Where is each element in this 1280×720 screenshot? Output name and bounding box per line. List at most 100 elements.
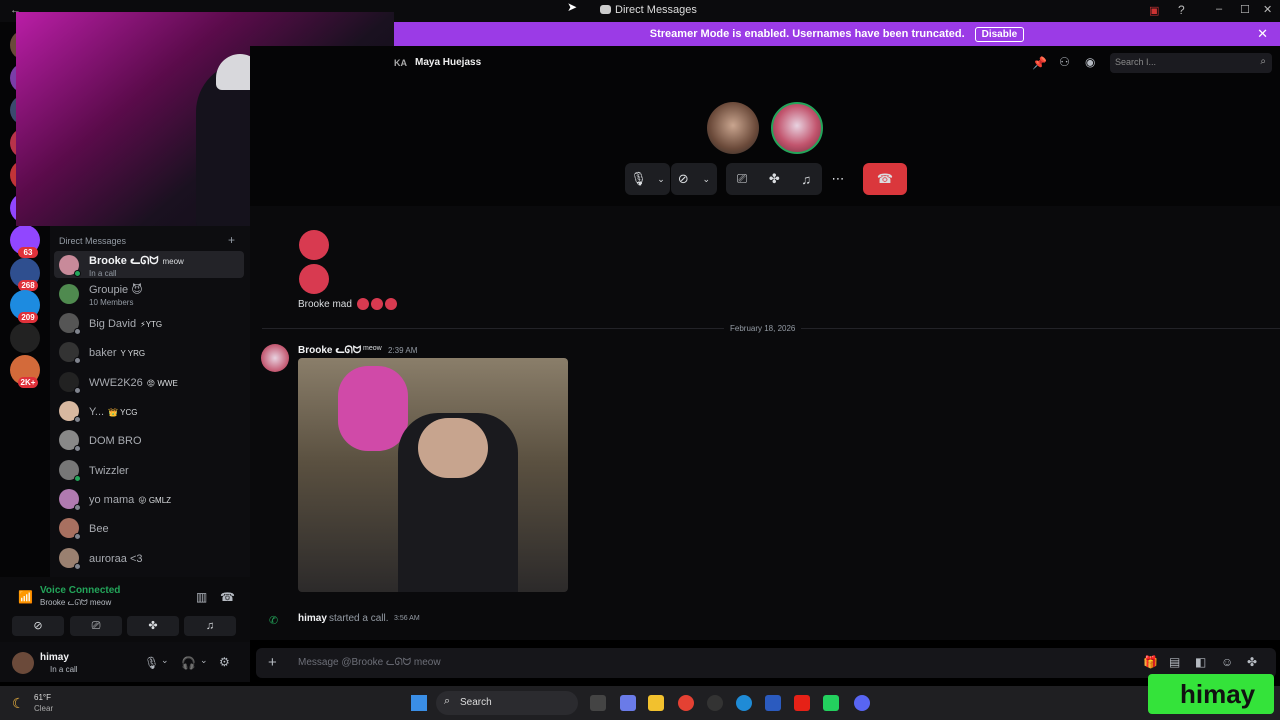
gif-icon[interactable]: ▤ xyxy=(1169,655,1180,669)
dm-item[interactable]: Bee xyxy=(54,515,244,542)
close-window-icon[interactable]: ✕ xyxy=(1263,3,1272,16)
add-friend-icon[interactable]: ⚇ xyxy=(1059,55,1070,69)
camera-button[interactable]: ⊘ ⌄ xyxy=(671,163,717,195)
dm-item[interactable]: yo mama 😛 GMLZ xyxy=(54,485,244,512)
weather-desc[interactable]: Clear xyxy=(34,704,53,713)
message-image[interactable] xyxy=(298,358,568,592)
windows-start-icon[interactable] xyxy=(411,695,427,711)
profile-icon[interactable]: ◉ xyxy=(1085,55,1095,69)
user-name[interactable]: himay xyxy=(40,652,69,663)
dm-name: Bee xyxy=(89,523,109,536)
chevron-down-icon[interactable]: ⌄ xyxy=(161,655,169,666)
message-author[interactable]: Brooke ᓚᘏᗢ xyxy=(298,345,361,356)
voice-status[interactable]: Voice Connected xyxy=(40,585,120,596)
noise-suppression-icon[interactable]: ▥ xyxy=(196,590,207,604)
message-input[interactable]: + Message @Brooke ᓚᘏᗢ meow 🎁 ▤ ◧ ☺ ✤ xyxy=(256,648,1276,678)
date-divider: February 18, 2026 xyxy=(724,324,802,333)
microphone-icon[interactable]: 🎙 xyxy=(144,656,159,670)
hang-up-button[interactable]: ☎ xyxy=(863,163,907,195)
dm-name: auroraa <3 xyxy=(89,552,143,565)
disconnect-icon[interactable]: ☎ xyxy=(220,590,235,604)
soundboard-icon[interactable]: ♫ xyxy=(801,172,811,187)
youtube-icon[interactable] xyxy=(794,695,810,711)
caller-avatar-brooke[interactable] xyxy=(771,102,823,154)
mute-button[interactable]: 🎙 ⌄ xyxy=(625,163,670,195)
status-indicator xyxy=(74,328,81,336)
close-banner-icon[interactable]: ✕ xyxy=(1257,26,1268,42)
dm-item[interactable]: Brooke ᓚᘏᗢ meow In a call xyxy=(54,251,244,278)
apps-icon[interactable]: ✤ xyxy=(1247,655,1257,669)
dm-item[interactable]: baker Y YRG xyxy=(54,339,244,366)
avatar[interactable] xyxy=(261,344,289,372)
copilot-icon[interactable] xyxy=(620,695,636,711)
taskbar: ☾ 61°F Clear ⌕ Search himay xyxy=(0,674,1280,720)
inbox-icon[interactable]: ▣ xyxy=(1149,4,1159,17)
dm-item[interactable]: Groupie 😈 10 Members xyxy=(54,280,244,307)
message-time: 2:39 AM xyxy=(388,346,418,355)
minimize-icon[interactable]: – xyxy=(1216,3,1222,15)
dm-item[interactable]: DOM BRO xyxy=(54,427,244,454)
disable-button[interactable]: Disable xyxy=(974,26,1025,42)
activities-icon: ✤ xyxy=(148,620,158,632)
dm-item[interactable]: Twizzler xyxy=(54,456,244,483)
caller-avatar-himay[interactable] xyxy=(707,102,759,154)
status-indicator xyxy=(74,386,81,394)
pin-icon[interactable]: 📌 xyxy=(1032,56,1047,70)
screen-share-icon[interactable]: ⎚ xyxy=(737,171,747,187)
maximize-icon[interactable]: ☐ xyxy=(1240,3,1250,16)
chevron-down-icon[interactable]: ⌄ xyxy=(703,174,711,185)
activities-icon[interactable]: ✤ xyxy=(769,171,780,187)
dm-item[interactable]: Y... 👑 YCG xyxy=(54,398,244,425)
taskbar-search[interactable]: ⌕ Search xyxy=(436,691,578,715)
search-icon: ⌕ xyxy=(444,695,451,707)
headphones-icon[interactable]: 🎧 xyxy=(181,656,196,670)
taskbar-search-label: Search xyxy=(460,697,492,708)
search-icon: ⌕ xyxy=(1260,56,1266,67)
dm-item[interactable]: WWE2K26 😡 WWE xyxy=(54,368,244,395)
app-icon[interactable] xyxy=(707,695,723,711)
banner-text: Streamer Mode is enabled. Usernames have… xyxy=(649,28,965,40)
edge-icon[interactable] xyxy=(736,695,752,711)
search-input[interactable]: Search I... ⌕ xyxy=(1110,53,1272,73)
gear-icon[interactable]: ⚙ xyxy=(219,655,230,669)
dm-name: Brooke ᓚᘏᗢ xyxy=(89,255,159,267)
dm-item[interactable]: auroraa <3 xyxy=(54,544,244,571)
streaming-app-icon[interactable] xyxy=(823,695,839,711)
avatar xyxy=(59,401,81,423)
weather-temp[interactable]: 61°F xyxy=(34,693,51,702)
chevron-down-icon[interactable]: ⌄ xyxy=(200,655,208,666)
dm-item[interactable]: Big David ⚡YTG xyxy=(54,310,244,337)
screen-share-button[interactable]: ⎚ xyxy=(70,616,122,636)
server-icon[interactable] xyxy=(10,322,40,353)
discord-taskbar-icon[interactable] xyxy=(854,695,870,711)
voice-panel: 📶 Voice Connected Brooke ᓚᘏᗢ meow ▥ ☎ ⊘ … xyxy=(0,577,250,642)
task-view-icon[interactable] xyxy=(590,695,606,711)
voice-channel[interactable]: Brooke ᓚᘏᗢ meow xyxy=(40,598,111,608)
avatar[interactable] xyxy=(12,652,34,674)
add-dm-icon[interactable]: + xyxy=(228,233,235,247)
avatar xyxy=(59,371,81,394)
signal-icon: 📶 xyxy=(18,590,33,604)
camera-toggle-button[interactable]: ⊘ xyxy=(12,616,64,636)
more-options-icon[interactable]: ⋯ xyxy=(827,163,849,195)
avatar xyxy=(59,342,81,365)
dm-name: Twizzler xyxy=(89,464,129,477)
status-indicator xyxy=(74,416,81,423)
soundboard-button[interactable]: ♫ xyxy=(184,616,236,636)
call-area: 🎙 ⌄ ⊘ ⌄ ⎚ ✤ ♫ ⋯ ☎ xyxy=(250,80,1280,206)
chrome-icon[interactable] xyxy=(678,695,694,711)
gift-icon[interactable]: 🎁 xyxy=(1143,655,1158,669)
sticker-icon[interactable]: ◧ xyxy=(1195,655,1206,669)
chevron-down-icon[interactable]: ⌄ xyxy=(657,174,665,185)
avatar xyxy=(59,313,81,336)
call-author[interactable]: himay xyxy=(298,613,327,624)
help-icon[interactable]: ? xyxy=(1178,3,1185,17)
dm-name: WWE2K26 xyxy=(89,376,143,389)
file-explorer-icon[interactable] xyxy=(648,695,664,711)
emoji-icon[interactable]: ☺ xyxy=(1221,655,1233,669)
angry-emoji-icon xyxy=(357,298,369,310)
add-attachment-icon[interactable]: + xyxy=(268,654,277,671)
activities-button[interactable]: ✤ xyxy=(127,616,179,636)
store-icon[interactable] xyxy=(765,695,781,711)
header-prefix: KA xyxy=(394,58,407,68)
